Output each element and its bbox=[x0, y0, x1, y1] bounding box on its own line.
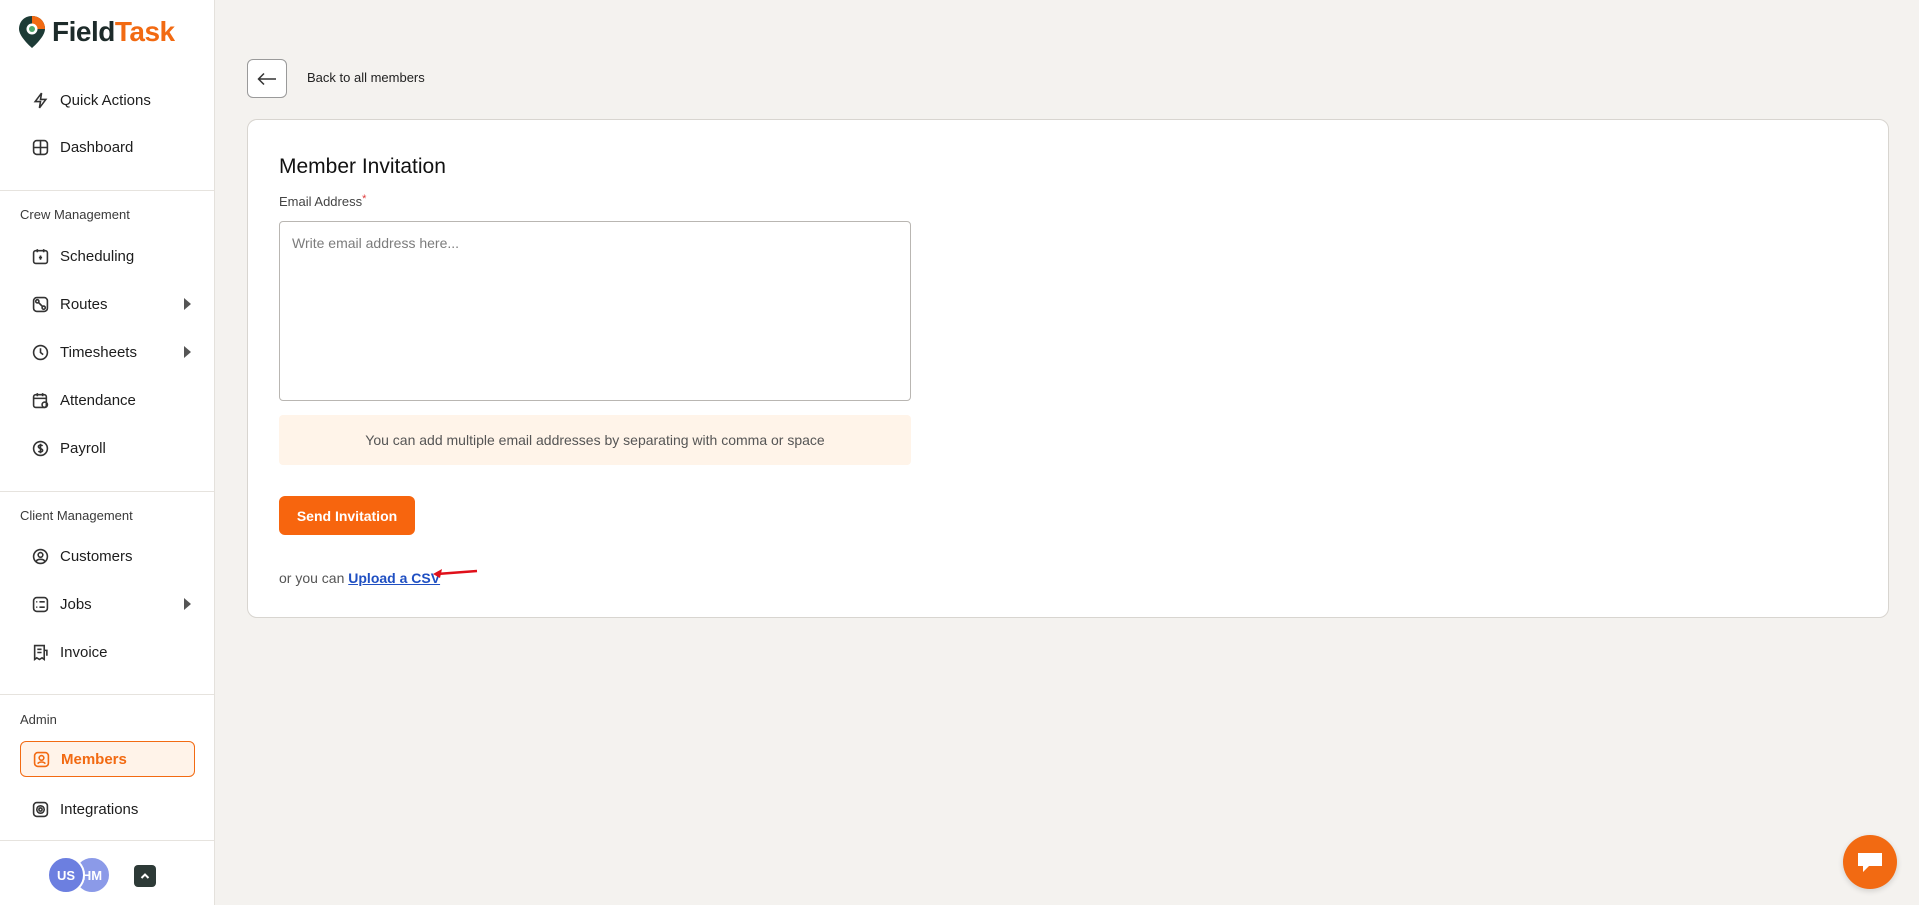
sidebar-item-dashboard[interactable]: Dashboard bbox=[20, 129, 195, 165]
brand-name: FieldTask bbox=[52, 16, 175, 47]
required-mark: * bbox=[362, 193, 367, 205]
sidebar-divider bbox=[0, 694, 214, 695]
sidebar-item-label: Timesheets bbox=[60, 343, 137, 361]
invoice-icon bbox=[32, 644, 49, 661]
calendar-check-icon bbox=[32, 392, 49, 409]
user-avatars[interactable]: US HM bbox=[47, 856, 111, 894]
dashboard-icon bbox=[32, 139, 49, 156]
integrations-icon bbox=[32, 801, 49, 818]
csv-prefix: or you can bbox=[279, 570, 345, 586]
page-title: Member Invitation bbox=[279, 155, 446, 178]
section-label-client: Client Management bbox=[20, 508, 133, 523]
send-invitation-button[interactable]: Send Invitation bbox=[279, 496, 415, 535]
back-button[interactable] bbox=[247, 59, 287, 98]
expand-caret-icon[interactable] bbox=[184, 598, 191, 610]
list-icon bbox=[32, 596, 49, 613]
sidebar-item-label: Scheduling bbox=[60, 247, 135, 265]
location-pin-logo-icon bbox=[19, 16, 45, 48]
expand-user-menu-button[interactable] bbox=[134, 865, 156, 887]
dollar-icon bbox=[32, 440, 49, 457]
sidebar-item-scheduling[interactable]: Scheduling bbox=[20, 238, 195, 274]
email-label: Email Address* bbox=[279, 193, 367, 209]
invitation-card: Member Invitation Email Address* You can… bbox=[247, 119, 1889, 618]
csv-upload-row: or you can Upload a CSV bbox=[279, 570, 440, 586]
chevron-up-icon bbox=[140, 873, 150, 879]
sidebar-item-payroll[interactable]: Payroll bbox=[20, 430, 195, 466]
user-circle-icon bbox=[32, 548, 49, 565]
sidebar-item-label: Attendance bbox=[60, 391, 136, 409]
sidebar-divider bbox=[0, 491, 214, 492]
sidebar-item-members[interactable]: Members bbox=[20, 741, 195, 777]
expand-caret-icon[interactable] bbox=[184, 298, 191, 310]
avatar[interactable]: US bbox=[47, 856, 85, 894]
email-field[interactable] bbox=[279, 221, 911, 401]
upload-csv-link[interactable]: Upload a CSV bbox=[348, 570, 440, 586]
brand-logo[interactable]: FieldTask bbox=[18, 14, 175, 50]
sidebar-item-label: Quick Actions bbox=[60, 91, 151, 109]
route-icon bbox=[32, 296, 49, 313]
sidebar-item-invoice[interactable]: Invoice bbox=[20, 634, 195, 670]
email-hint: You can add multiple email addresses by … bbox=[279, 415, 911, 465]
lightning-icon bbox=[32, 92, 49, 109]
section-label-admin: Admin bbox=[20, 712, 57, 727]
sidebar-item-integrations[interactable]: Integrations bbox=[20, 791, 195, 827]
sidebar-item-label: Customers bbox=[60, 547, 133, 565]
sidebar-item-label: Integrations bbox=[60, 800, 139, 818]
clock-icon bbox=[32, 344, 49, 361]
sidebar-divider bbox=[0, 840, 214, 841]
sidebar-item-label: Members bbox=[61, 750, 127, 768]
sidebar-item-jobs[interactable]: Jobs bbox=[20, 586, 195, 622]
back-label[interactable]: Back to all members bbox=[307, 70, 425, 85]
section-label-crew: Crew Management bbox=[20, 207, 130, 222]
sidebar-item-label: Invoice bbox=[60, 643, 108, 661]
sidebar-item-label: Routes bbox=[60, 295, 108, 313]
sidebar-item-routes[interactable]: Routes bbox=[20, 286, 195, 322]
sidebar: FieldTask Quick Actions Dashboard Crew M… bbox=[0, 0, 215, 905]
member-icon bbox=[33, 751, 50, 768]
annotation-arrow-icon bbox=[433, 569, 478, 578]
sidebar-item-attendance[interactable]: Attendance bbox=[20, 382, 195, 418]
expand-caret-icon[interactable] bbox=[184, 346, 191, 358]
sidebar-item-label: Jobs bbox=[60, 595, 92, 613]
sidebar-divider bbox=[0, 190, 214, 191]
calendar-icon bbox=[32, 248, 49, 265]
sidebar-item-quick-actions[interactable]: Quick Actions bbox=[20, 82, 195, 118]
arrow-left-icon bbox=[257, 72, 276, 85]
sidebar-item-customers[interactable]: Customers bbox=[20, 538, 195, 574]
chat-bubble-icon bbox=[1858, 853, 1882, 872]
sidebar-item-timesheets[interactable]: Timesheets bbox=[20, 334, 195, 370]
chat-support-button[interactable] bbox=[1843, 835, 1897, 889]
sidebar-item-label: Payroll bbox=[60, 439, 106, 457]
sidebar-item-label: Dashboard bbox=[60, 138, 134, 156]
